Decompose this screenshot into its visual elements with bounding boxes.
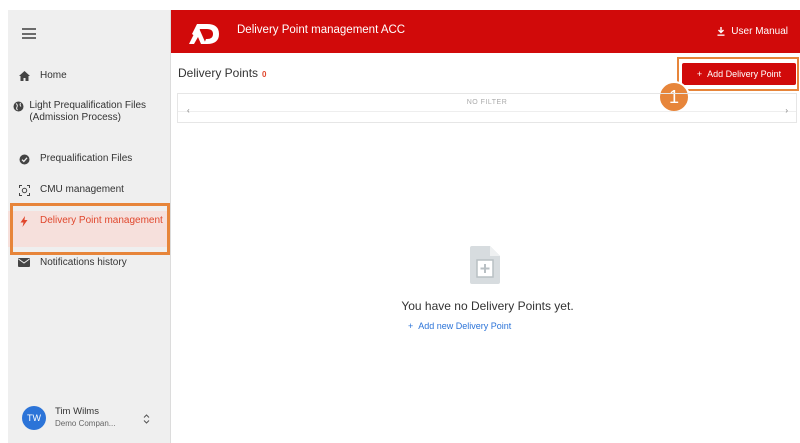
app-title: Delivery Point management ACC [237, 24, 406, 36]
filter-label: NO FILTER [466, 99, 508, 106]
user-manual-label: User Manual [731, 26, 788, 37]
count-badge: 0 [262, 70, 267, 79]
top-bar: Delivery Point management ACC User Manua… [171, 10, 800, 53]
sidebar-item-cmu-management[interactable]: CMU management [8, 184, 170, 196]
user-name: Tim Wilms [55, 406, 99, 417]
filter-bar[interactable]: NO FILTER ‹ › [177, 93, 797, 123]
chevron-up-down-icon[interactable] [143, 411, 150, 429]
sidebar-item-label: CMU management [40, 184, 124, 195]
verified-badge-icon [8, 153, 40, 165]
menu-icon[interactable] [22, 28, 36, 39]
user-profile[interactable]: TW Tim Wilms Demo Compan... [8, 393, 170, 443]
scan-icon [8, 184, 40, 196]
user-manual-link[interactable]: User Manual [717, 26, 788, 37]
plus-icon: + [408, 321, 419, 331]
user-company: Demo Compan... [55, 419, 116, 428]
divider [178, 111, 796, 112]
sidebar-item-prequalification-files[interactable]: Prequalification Files [8, 153, 170, 165]
top-strip [0, 0, 800, 10]
sidebar-item-light-prequalification[interactable]: Light Prequalification Files (Admission … [8, 100, 170, 123]
sidebar-item-label: Home [40, 70, 67, 81]
page-title-text: Delivery Points [178, 66, 259, 80]
sidebar-item-label: Prequalification Files [40, 153, 133, 164]
logo-icon [189, 18, 223, 49]
home-icon [8, 70, 40, 81]
chevron-right-icon[interactable]: › [785, 106, 788, 115]
sidebar-item-notifications[interactable]: Notifications history [8, 257, 170, 269]
page-title: Delivery Points 0 [178, 66, 266, 80]
sidebar-item-label: Notifications history [40, 257, 127, 268]
add-file-icon [470, 246, 500, 289]
sidebar-item-home[interactable]: Home [8, 70, 170, 82]
highlight-annotation [10, 203, 170, 255]
button-highlight-annotation [677, 57, 799, 91]
empty-link-label: Add new Delivery Point [418, 321, 512, 331]
chevron-left-icon[interactable]: ‹ [187, 106, 190, 115]
add-new-delivery-point-link[interactable]: + Add new Delivery Point [408, 321, 511, 331]
download-icon [717, 27, 725, 36]
empty-state-message: You have no Delivery Points yet. [401, 299, 574, 313]
globe-icon [8, 100, 29, 112]
mail-icon [8, 257, 40, 267]
avatar: TW [22, 406, 46, 430]
sidebar-item-label: Light Prequalification Files (Admission … [29, 100, 147, 123]
